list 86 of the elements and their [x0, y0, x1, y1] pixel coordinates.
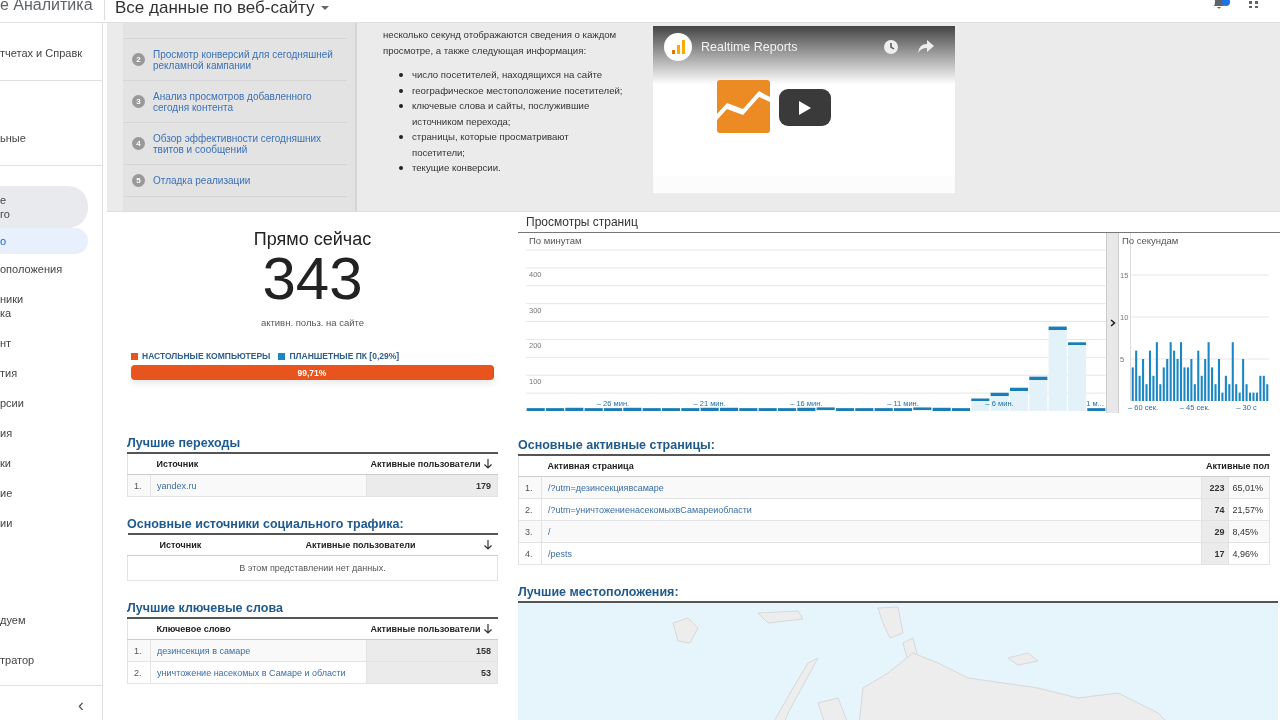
column-header: Активные пользователи [249, 534, 472, 556]
sidebar-item[interactable]: нт [0, 328, 88, 358]
channel-logo-icon[interactable] [663, 32, 693, 62]
count-caption: активн. польз. на сайте [259, 317, 366, 328]
row-number: 2. [127, 661, 151, 684]
step-link[interactable]: Обзор эффективности сегодняшних твитов и сообщений [153, 132, 347, 155]
page-link[interactable]: /pests [548, 548, 572, 559]
sidebar-item[interactable]: оположения [0, 254, 88, 284]
row-number: 2. [518, 498, 542, 521]
bullet-text: текущие конверсии. [412, 161, 501, 175]
section-title: Лучшие местоположения: [518, 585, 680, 599]
now-title: Прямо сейчас [252, 229, 373, 249]
step-number: 3 [132, 95, 145, 108]
table-cell: 8,45% [1228, 520, 1270, 543]
column-header: Ключевое слово [150, 618, 367, 640]
intro-text: несколько секунд отображаются сведения о каждом просмотре, а также следующая информация: [383, 28, 618, 58]
step-link[interactable]: Просмотр конверсий для сегодняшней рекламной кампании [153, 48, 347, 71]
sidebar-item[interactable]: е го [0, 186, 88, 228]
sidebar-item[interactable]: ки [0, 448, 88, 478]
section-title: Лучшие ключевые слова [127, 601, 284, 615]
row-number: 1. [518, 476, 542, 499]
row-number: 3. [518, 520, 542, 543]
row-number: 1. [127, 474, 151, 497]
bullet-text: число посетителей, находящихся на сайте [412, 68, 603, 82]
share-icon[interactable] [917, 40, 935, 54]
chart-label: По секундам [1122, 235, 1179, 246]
bullet-icon [399, 73, 403, 77]
bullet-text: страницы, которые просматривают посетители; [412, 130, 570, 160]
bell-icon[interactable] [1212, 0, 1230, 10]
legend-label: НАСТОЛЬНЫЕ КОМПЬЮТЕРЫ [142, 351, 271, 361]
sidebar-item[interactable]: ьные [0, 123, 88, 153]
bullet-icon [399, 166, 403, 170]
sidebar-item[interactable]: тчетах и Справк [0, 38, 88, 68]
sidebar-item[interactable]: ии [0, 508, 88, 538]
column-header: Активная страница [541, 455, 1202, 477]
sort-arrow-icon[interactable] [483, 540, 492, 551]
sidebar-item[interactable]: ия [0, 418, 88, 448]
step-number: 4 [132, 137, 145, 150]
section-title: Основные источники социального трафика: [127, 517, 405, 531]
sidebar-item[interactable]: тратор [0, 645, 88, 675]
sidebar-item[interactable]: ники ка [0, 284, 88, 328]
table-cell: 4,96% [1228, 542, 1270, 565]
device-share-bar: 99,71% [131, 365, 493, 380]
chart-title: Просмотры страниц [518, 212, 1280, 233]
row-number: 1. [127, 639, 151, 662]
sidebar-item[interactable]: о [0, 228, 88, 254]
page-link[interactable]: / [548, 526, 551, 537]
table-cell: 65,01% [1228, 476, 1270, 499]
column-header: Активные пол [1201, 455, 1270, 477]
chart-label: По минутам [529, 235, 582, 246]
active-users-count: 343 [262, 249, 364, 309]
page-link[interactable]: /?utm=уничтожениенасекомыхвСамареиобласти [548, 504, 752, 515]
table-cell: 21,57% [1228, 498, 1270, 521]
chevron-right-icon [1109, 319, 1116, 327]
bullet-icon [399, 104, 403, 108]
sidebar-item[interactable]: ие [0, 478, 88, 508]
legend-label: ПЛАНШЕТНЫЕ ПК [0,29%] [289, 351, 400, 361]
step-link[interactable]: Анализ просмотров добавленного сегодня контента [153, 90, 347, 113]
bullet-text: ключевые слова и сайты, послужившие источником перехода; [412, 99, 591, 129]
step-link[interactable]: Отладка реализации [153, 175, 251, 186]
view-selector[interactable]: Все данные по веб-сайту [115, 0, 331, 16]
collapse-button[interactable]: ‹ [78, 696, 84, 714]
section-title: Лучшие переходы [127, 436, 242, 450]
page-link[interactable]: /?utm=дезинсекциявсамаре [548, 482, 664, 493]
expand-handle[interactable] [1106, 233, 1119, 413]
apps-icon[interactable] [1248, 0, 1260, 8]
sidebar-item[interactable]: тия [0, 358, 88, 388]
sort-arrow-icon[interactable] [483, 459, 492, 470]
section-title: Основные активные страницы: [518, 438, 716, 452]
step-number: 5 [132, 174, 145, 187]
column-header: Источник [127, 534, 250, 556]
row-number: 4. [518, 542, 542, 565]
play-button[interactable] [779, 89, 831, 126]
source-link[interactable]: yandex.ru [157, 480, 197, 491]
sidebar-item[interactable]: дуем [0, 605, 88, 635]
bullet-icon [399, 88, 403, 93]
bullet-text: географическое местоположение посетителей; [412, 83, 623, 98]
clock-icon[interactable] [883, 39, 899, 55]
caret-icon [320, 4, 331, 11]
bullet-icon [399, 135, 403, 139]
sort-arrow-icon[interactable] [483, 624, 492, 635]
play-icon [799, 100, 811, 115]
step-number: 2 [132, 53, 145, 66]
empty-message: В этом представлении нет данных. [127, 555, 498, 581]
column-header: Источник [150, 453, 367, 475]
sidebar-item[interactable]: рсии [0, 388, 88, 418]
